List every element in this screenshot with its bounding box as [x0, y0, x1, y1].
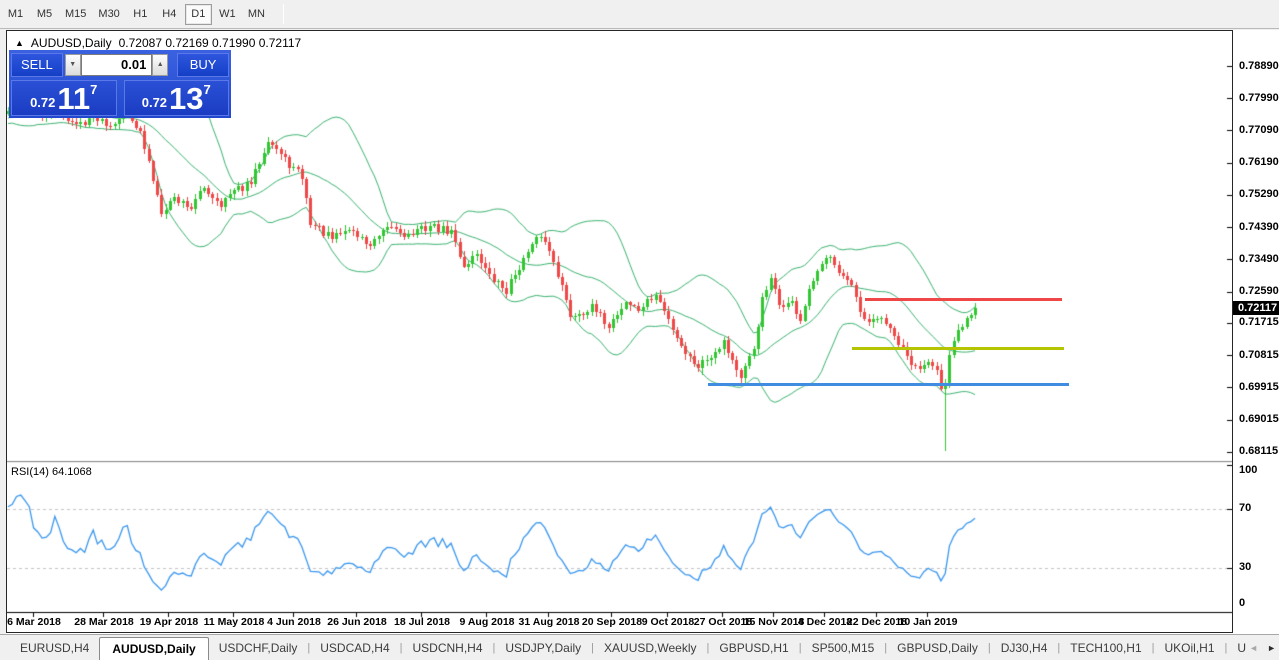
chart-pane-frame: ▲ AUDUSD,Daily 0.72087 0.72169 0.71990 0…	[6, 30, 1233, 633]
time-axis-label: 11 May 2018	[203, 616, 265, 628]
sell-price-big: 11	[57, 81, 91, 116]
chart-symbol-icon: ▲	[15, 37, 24, 48]
timeframe-button-m1[interactable]: M1	[2, 4, 29, 25]
candlestick-chart-canvas[interactable]	[7, 31, 1232, 632]
chart-tab-u[interactable]: U	[1227, 641, 1251, 655]
chart-tab-usdjpy-daily[interactable]: USDJPY,Daily	[495, 641, 591, 655]
timeframe-toolbar: M1 M5 M15 M30 H1 H4 D1 W1 MN	[0, 0, 1279, 29]
price-axis-label: 0.77990	[1239, 91, 1279, 104]
rsi-axis-label: 30	[1239, 561, 1252, 573]
one-click-trading-panel: SELL ▼ 0.01 ▲ BUY 0.72 11 7 0.72 13 7	[9, 50, 231, 118]
tab-scroll-right-button[interactable]: ►	[1267, 643, 1276, 653]
timeframe-button-h1[interactable]: H1	[127, 4, 154, 25]
price-axis-label: 0.70815	[1239, 348, 1279, 361]
timeframe-button-m5[interactable]: M5	[31, 4, 58, 25]
chart-tab-gbpusd-h1[interactable]: GBPUSD,H1	[709, 641, 798, 655]
timeframe-button-m15[interactable]: M15	[60, 4, 91, 25]
time-axis-label: 19 Apr 2018	[139, 616, 199, 628]
chart-tab-audusd-daily[interactable]: AUDUSD,Daily	[99, 637, 209, 660]
price-axis-label: 0.72590	[1239, 285, 1279, 298]
chart-tab-usdchf-daily[interactable]: USDCHF,Daily	[209, 641, 308, 655]
arrow-down-icon: ▼	[69, 61, 77, 68]
timeframe-button-h4[interactable]: H4	[156, 4, 183, 25]
chart-ohlc-values: 0.72087 0.72169 0.71990 0.72117	[118, 36, 302, 50]
support-line-blue[interactable]	[708, 383, 1069, 386]
price-axis[interactable]: 0.72117 0.78890 0.77990 0.77090 0.76190 0.75…	[1233, 31, 1279, 632]
price-axis-label: 0.76190	[1239, 156, 1279, 169]
time-axis-label: 15 Nov 2018	[743, 616, 805, 628]
rsi-axis-label: 0	[1239, 597, 1246, 610]
sell-price-prefix: 0.72	[30, 95, 56, 110]
chart-tab-usdcnh-h4[interactable]: USDCNH,H4	[402, 641, 492, 655]
time-axis-label: 9 Aug 2018	[459, 616, 515, 628]
sell-button[interactable]: SELL	[11, 52, 63, 77]
price-axis-label: 0.69015	[1239, 413, 1279, 426]
chart-tab-eurusd-h4[interactable]: EURUSD,H4	[10, 641, 99, 655]
chart-tab-usdcad-h4[interactable]: USDCAD,H4	[310, 641, 399, 655]
price-axis-label: 0.77090	[1239, 123, 1279, 136]
chart-tab-sp500-m15[interactable]: SP500,M15	[802, 641, 885, 655]
chart-tab-dj30-h4[interactable]: DJ30,H4	[991, 641, 1058, 655]
buy-price-sup: 7	[203, 82, 211, 97]
price-axis-label: 0.74390	[1239, 220, 1279, 233]
chart-tab-tech100-h1[interactable]: TECH100,H1	[1060, 641, 1151, 655]
tab-scroll-left-button[interactable]: ◄	[1249, 643, 1258, 653]
timeframe-button-m30[interactable]: M30	[93, 4, 124, 25]
toolbar-separator	[282, 4, 284, 24]
chart-tab-ukoil-h1[interactable]: UKOil,H1	[1154, 641, 1224, 655]
price-axis-label: 0.73490	[1239, 252, 1279, 265]
time-axis-label: 4 Dec 2018	[797, 616, 853, 628]
price-axis-label: 0.68115	[1239, 445, 1279, 458]
sell-price-display[interactable]: 0.72 11 7	[11, 80, 117, 116]
price-axis-label: 0.69915	[1239, 380, 1279, 393]
volume-increase-button[interactable]: ▲	[152, 53, 169, 76]
timeframe-button-mn[interactable]: MN	[243, 4, 270, 25]
time-axis-label: 26 Jun 2018	[327, 616, 387, 628]
level-line-yellow[interactable]	[852, 347, 1064, 350]
arrow-up-icon: ▲	[156, 61, 164, 68]
time-axis-label: 6 Mar 2018	[7, 616, 61, 628]
volume-input[interactable]: 0.01	[80, 53, 153, 76]
current-price-tag: 0.72117	[1233, 301, 1279, 316]
price-axis-label: 0.71715	[1239, 316, 1279, 329]
chart-window: ▲ AUDUSD,Daily 0.72087 0.72169 0.71990 0…	[6, 30, 1279, 634]
buy-price-prefix: 0.72	[141, 95, 168, 110]
rsi-indicator-label: RSI(14) 64.1068	[11, 466, 92, 478]
time-axis-label: 20 Sep 2018	[581, 616, 643, 628]
time-axis-label: 9 Oct 2018	[641, 616, 695, 628]
sell-price-sup: 7	[90, 82, 98, 97]
volume-decrease-button[interactable]: ▼	[64, 53, 81, 76]
buy-price-display[interactable]: 0.72 13 7	[123, 80, 229, 116]
buy-button[interactable]: BUY	[177, 52, 229, 77]
time-axis-label: 10 Jan 2019	[898, 616, 958, 628]
buy-price-big: 13	[169, 81, 204, 116]
chart-title: ▲ AUDUSD,Daily 0.72087 0.72169 0.71990 0…	[15, 36, 301, 50]
resistance-line-red[interactable]	[865, 298, 1062, 301]
time-axis-label: 18 Jul 2018	[393, 616, 451, 628]
time-axis-label: 31 Aug 2018	[518, 616, 580, 628]
time-axis-label: 4 Jun 2018	[267, 616, 321, 628]
price-axis-label: 0.75290	[1239, 188, 1279, 201]
mt4-application-window: M1 M5 M15 M30 H1 H4 D1 W1 MN ▲ AUDUSD,Daily 0.72…	[0, 0, 1279, 660]
chart-symbol-label: AUDUSD,Daily	[30, 36, 112, 50]
chart-tab-gbpusd-daily[interactable]: GBPUSD,Daily	[887, 641, 988, 655]
time-axis-label: 28 Mar 2018	[74, 616, 134, 628]
chart-tab-xauusd-weekly[interactable]: XAUUSD,Weekly	[594, 641, 706, 655]
price-axis-label: 0.78890	[1239, 59, 1279, 72]
rsi-axis-label: 100	[1239, 463, 1258, 476]
chart-tabs-bar: EURUSD,H4 AUDUSD,Daily USDCHF,Daily | USDCAD…	[0, 634, 1279, 660]
timeframe-button-w1[interactable]: W1	[214, 4, 241, 25]
rsi-axis-label: 70	[1239, 502, 1252, 514]
timeframe-button-d1[interactable]: D1	[184, 3, 212, 25]
